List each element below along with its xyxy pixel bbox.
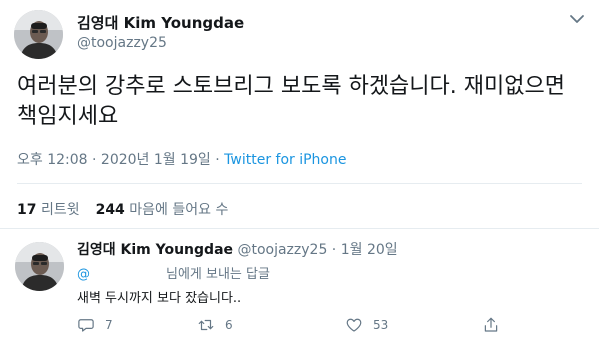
likes-count[interactable]: 244	[96, 202, 125, 218]
reply-tweet[interactable]: 김영대 Kim Youngdae @toojazzy25 · 1월 20일 @ 님…	[0, 229, 599, 349]
reply-button[interactable]: 7	[77, 315, 113, 335]
divider	[17, 183, 582, 184]
author-name[interactable]: 김영대 Kim Youngdae	[77, 12, 244, 33]
likes-label[interactable]: 마음에 들어요 수	[129, 202, 228, 218]
share-button[interactable]	[482, 315, 510, 335]
share-icon	[484, 317, 498, 332]
tweet-text: 여러분의 강추로 스토브리그 보도록 하겠습니다. 재미없으면 책임지세요	[17, 74, 565, 129]
replying-to: @ 님에게 보내는 답글	[77, 263, 270, 282]
chevron-down-icon[interactable]	[568, 12, 586, 26]
tweet-source[interactable]: Twitter for iPhone	[224, 152, 346, 168]
retweet-icon	[198, 319, 214, 331]
reply-author-avatar[interactable]	[15, 242, 64, 291]
reply-to-label: 님에게 보내는 답글	[166, 267, 270, 282]
like-count: 53	[373, 318, 389, 332]
reply-header: 김영대 Kim Youngdae @toojazzy25 · 1월 20일	[77, 239, 398, 259]
reply-mention[interactable]: @	[77, 267, 90, 282]
author-avatar[interactable]	[14, 10, 63, 59]
tweet-stats: 17 리트윗 244 마음에 들어요 수	[17, 199, 228, 219]
reply-count: 7	[105, 318, 113, 332]
tweet-time[interactable]: 오후 12:08 · 2020년 1월 19일 ·	[17, 152, 224, 168]
reply-meta[interactable]: @toojazzy25 · 1월 20일	[233, 242, 397, 258]
retweets-label[interactable]: 리트윗	[41, 202, 80, 218]
tweet-timestamp: 오후 12:08 · 2020년 1월 19일 · Twitter for iP…	[17, 149, 347, 169]
reply-author-name[interactable]: 김영대 Kim Youngdae	[77, 242, 233, 258]
author-handle[interactable]: @toojazzy25	[77, 35, 167, 51]
retweets-count[interactable]: 17	[17, 202, 36, 218]
reply-actions: 7 6 53	[77, 315, 587, 335]
like-button[interactable]: 53	[345, 315, 388, 335]
heart-icon	[346, 318, 362, 332]
retweet-button[interactable]: 6	[197, 315, 233, 335]
comment-bubble-icon	[78, 319, 94, 332]
reply-text: 새벽 두시까지 보다 잤습니다..	[77, 291, 242, 306]
main-tweet: 김영대 Kim Youngdae @toojazzy25 여러분의 강추로 스토…	[0, 0, 599, 229]
retweet-count: 6	[225, 318, 233, 332]
